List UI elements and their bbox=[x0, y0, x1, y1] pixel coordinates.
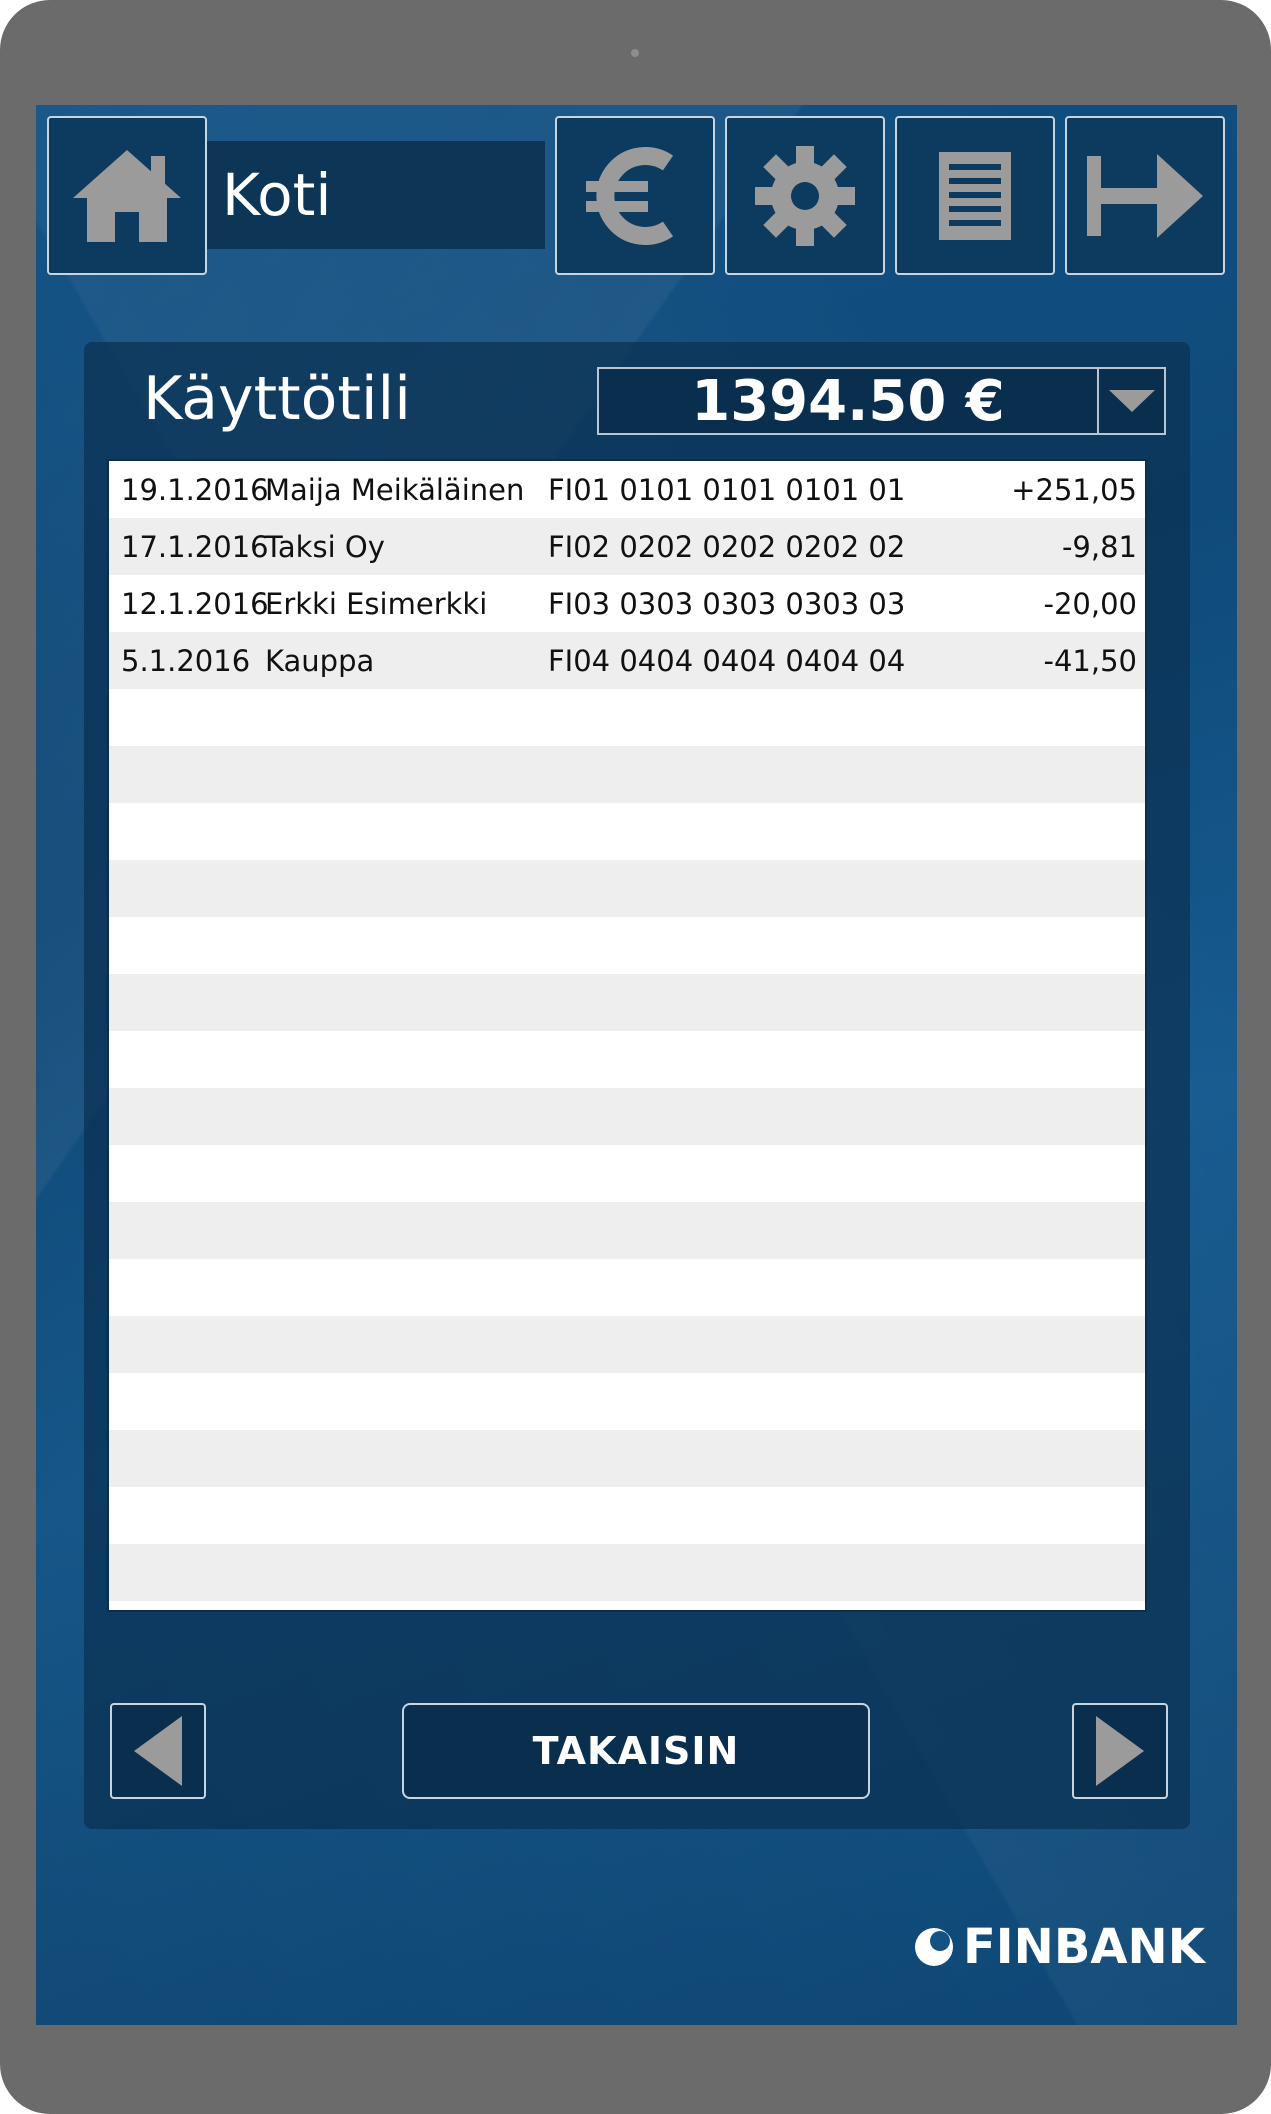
account-name: Käyttötili bbox=[143, 364, 411, 434]
app-screen: Koti Käyttötili 1394.50 € 19.1.2016 Maij… bbox=[36, 105, 1237, 2025]
table-row[interactable]: 17.1.2016 Taksi Oy FI02 0202 0202 0202 0… bbox=[109, 518, 1145, 575]
next-page-button[interactable] bbox=[1072, 1703, 1168, 1799]
transaction-iban: FI01 0101 0101 0101 01 bbox=[548, 472, 906, 507]
empty-row bbox=[109, 1031, 1145, 1088]
empty-row bbox=[109, 917, 1145, 974]
gear-icon bbox=[755, 145, 855, 246]
document-icon bbox=[939, 151, 1011, 240]
account-selector[interactable]: 1394.50 € bbox=[597, 367, 1166, 435]
transaction-date: 17.1.2016 bbox=[121, 529, 269, 564]
empty-row bbox=[109, 1430, 1145, 1487]
transactions-table: 19.1.2016 Maija Meikäläinen FI01 0101 01… bbox=[107, 459, 1147, 1612]
transaction-date: 5.1.2016 bbox=[121, 643, 251, 678]
finbank-logo: FINBANK bbox=[913, 1917, 1205, 1977]
logout-button[interactable] bbox=[1065, 116, 1225, 275]
camera-dot bbox=[631, 49, 639, 57]
table-row[interactable]: 5.1.2016 Kauppa FI04 0404 0404 0404 04 -… bbox=[109, 632, 1145, 689]
table-row[interactable]: 19.1.2016 Maija Meikäläinen FI01 0101 01… bbox=[109, 461, 1145, 518]
transaction-iban: FI03 0303 0303 0303 03 bbox=[548, 586, 906, 621]
account-dropdown-button[interactable] bbox=[1097, 369, 1164, 433]
transaction-name: Erkki Esimerkki bbox=[265, 586, 488, 621]
transaction-name: Maija Meikäläinen bbox=[265, 472, 525, 507]
empty-row bbox=[109, 1145, 1145, 1202]
transaction-iban: FI04 0404 0404 0404 04 bbox=[548, 643, 906, 678]
payments-button[interactable] bbox=[555, 116, 715, 275]
transaction-date: 12.1.2016 bbox=[121, 586, 269, 621]
home-button[interactable] bbox=[47, 116, 207, 275]
transaction-name: Kauppa bbox=[265, 643, 375, 678]
empty-row bbox=[109, 1316, 1145, 1373]
empty-row bbox=[109, 746, 1145, 803]
empty-row bbox=[109, 1487, 1145, 1544]
transaction-amount: +251,05 bbox=[1011, 472, 1137, 507]
arrow-right-icon bbox=[1096, 1716, 1144, 1786]
table-row[interactable]: 12.1.2016 Erkki Esimerkki FI03 0303 0303… bbox=[109, 575, 1145, 632]
euro-icon bbox=[586, 146, 674, 245]
page-title: Koti bbox=[222, 161, 332, 229]
statements-button[interactable] bbox=[895, 116, 1055, 275]
empty-row bbox=[109, 974, 1145, 1031]
empty-row bbox=[109, 1202, 1145, 1259]
empty-row bbox=[109, 803, 1145, 860]
empty-row bbox=[109, 1544, 1145, 1601]
previous-page-button[interactable] bbox=[110, 1703, 206, 1799]
transaction-amount: -20,00 bbox=[1043, 586, 1138, 621]
account-panel: Käyttötili 1394.50 € 19.1.2016 Maija Mei… bbox=[84, 342, 1190, 1829]
page-title-box: Koti bbox=[207, 141, 545, 249]
finbank-logo-icon bbox=[915, 1928, 953, 1966]
back-button[interactable]: TAKAISIN bbox=[402, 1703, 870, 1799]
account-balance: 1394.50 € bbox=[691, 368, 1005, 434]
transaction-amount: -41,50 bbox=[1043, 643, 1138, 678]
empty-row bbox=[109, 1088, 1145, 1145]
brand-name: FINBANK bbox=[963, 1919, 1205, 1975]
empty-row bbox=[109, 689, 1145, 746]
empty-row bbox=[109, 1373, 1145, 1430]
empty-row bbox=[109, 1601, 1145, 1610]
chevron-down-icon bbox=[1108, 390, 1155, 412]
transaction-amount: -9,81 bbox=[1061, 529, 1137, 564]
transaction-iban: FI02 0202 0202 0202 02 bbox=[548, 529, 906, 564]
arrow-left-icon bbox=[134, 1716, 182, 1786]
settings-button[interactable] bbox=[725, 116, 885, 275]
empty-row bbox=[109, 1259, 1145, 1316]
transaction-date: 19.1.2016 bbox=[121, 472, 269, 507]
empty-row bbox=[109, 860, 1145, 917]
transaction-name: Taksi Oy bbox=[265, 529, 385, 564]
tablet-frame: Koti Käyttötili 1394.50 € 19.1.2016 Maij… bbox=[0, 0, 1271, 2114]
logout-icon bbox=[1087, 153, 1203, 238]
home-icon bbox=[73, 149, 181, 242]
